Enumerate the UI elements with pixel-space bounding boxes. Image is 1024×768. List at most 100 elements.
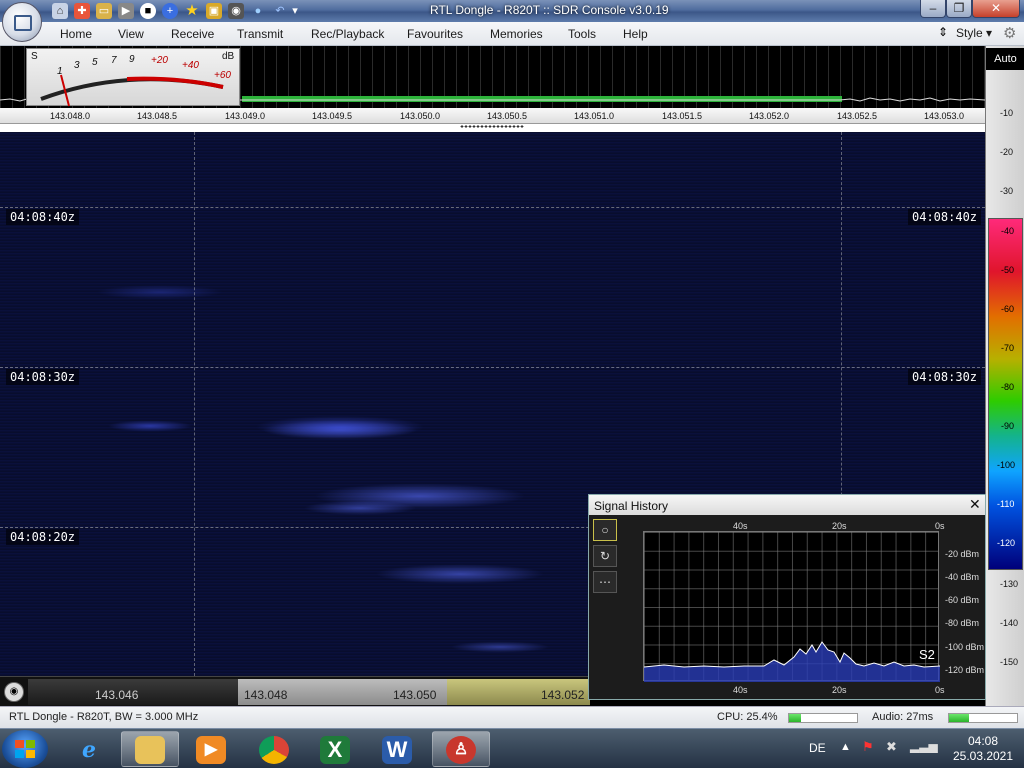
band-freq-label: 143.048 (244, 688, 288, 702)
maximize-button[interactable]: ❐ (946, 0, 972, 18)
cpu-meter (788, 713, 858, 723)
db-tick: -150 (1000, 657, 1019, 667)
add-icon[interactable]: + (162, 3, 178, 19)
signal-history-plot[interactable] (643, 531, 940, 682)
menu-help[interactable]: Help (623, 27, 648, 41)
splitter-handle[interactable] (0, 124, 985, 132)
windows-logo-icon (15, 740, 24, 748)
record-icon[interactable]: ○ (593, 519, 617, 541)
db-scale[interactable]: Auto -10 -20 -30 -40 -50 -60 -70 -80 -90… (985, 46, 1024, 708)
history-y-label: -40 dBm (945, 572, 980, 582)
close-button[interactable]: ✕ (972, 0, 1020, 18)
menu-rec-playback[interactable]: Rec/Playback (311, 27, 384, 41)
quick-access-dropdown-icon[interactable]: ▾ (290, 3, 300, 19)
colorbar-label: -90 (1001, 421, 1015, 431)
minimize-button[interactable]: – (920, 0, 946, 18)
stop-icon[interactable]: ■ (140, 3, 156, 19)
sdr-console-icon: ♙ (446, 736, 476, 764)
menu-tools[interactable]: Tools (568, 27, 596, 41)
history-y-label: -60 dBm (945, 595, 980, 605)
taskbar-sdr-console[interactable]: ♙ (432, 731, 490, 767)
band-visible-window[interactable]: 143.050 143.052 (393, 679, 590, 705)
band-freq-label: 143.046 (95, 688, 139, 702)
freq-tick: 143.048.0 (50, 111, 91, 121)
time-label-right: 04:08:30z (908, 369, 982, 385)
colorbar-label: -120 (997, 538, 1016, 548)
colorbar-label: -50 (1001, 265, 1015, 275)
s-meter-arc (40, 74, 224, 107)
tray-expand-icon[interactable]: ▲ (840, 741, 851, 753)
camera-icon[interactable]: ◉ (228, 3, 244, 19)
lock-icon[interactable]: ▣ (206, 3, 222, 19)
window-title: RTL Dongle - R820T :: SDR Console v3.0.1… (430, 3, 669, 17)
title-bar[interactable]: ⌂ ✚ ▭ ▶ ■ + ★ ▣ ◉ ● ↶ ▾ RTL Dongle - R82… (0, 0, 1024, 22)
taskbar-chrome[interactable] (245, 731, 303, 767)
play-icon[interactable]: ▶ (118, 3, 134, 19)
menu-favourites[interactable]: Favourites (407, 27, 463, 41)
auto-scale-button[interactable]: Auto (986, 48, 1024, 70)
band-overview[interactable]: ◉ 143.046 143.048 143.050 143.052 (0, 676, 590, 706)
signal-history-header[interactable]: Signal History ✕ (589, 495, 985, 515)
device-status: RTL Dongle - R820T, BW = 3.000 MHz (9, 711, 199, 723)
taskbar-media-player[interactable]: ▶ (182, 731, 240, 767)
freq-tick: 143.053.0 (924, 111, 965, 121)
signal-history-title: Signal History (594, 499, 669, 513)
colorbar-label: -60 (1001, 304, 1015, 314)
waterfall-vgrid (194, 132, 195, 676)
more-icon[interactable]: ⋯ (593, 571, 617, 593)
menu-receive[interactable]: Receive (171, 27, 214, 41)
scan-toggle-icon[interactable]: ◉ (4, 682, 24, 702)
colorbar-label: -100 (997, 460, 1016, 470)
waterfall-color-bar[interactable]: -40 -50 -60 -70 -80 -90 -100 -110 -120 (988, 218, 1023, 570)
style-menu[interactable]: Style ▾ (956, 26, 992, 40)
time-label-right: 04:08:40z (908, 209, 982, 225)
undo-icon[interactable]: ↶ (272, 3, 288, 19)
style-label: Style (956, 26, 983, 40)
spectrum-display[interactable]: S dB 1 3 5 7 9 +20 +40 +60 (0, 46, 985, 108)
input-language[interactable]: DE (809, 741, 826, 755)
freq-tick: 143.049.0 (225, 111, 266, 121)
lifebuoy-icon[interactable]: ✚ (74, 3, 90, 19)
menu-transmit[interactable]: Transmit (237, 27, 283, 41)
taskbar-internet-explorer[interactable]: e (60, 731, 118, 767)
history-x-label: 40s (733, 685, 748, 695)
excel-icon: X (320, 736, 350, 764)
menu-home[interactable]: Home (60, 27, 92, 41)
history-x-label: 20s (832, 685, 847, 695)
frequency-scale[interactable]: 143.048.0 143.048.5 143.049.0 143.049.5 … (0, 108, 985, 124)
menu-memories[interactable]: Memories (490, 27, 543, 41)
waterfall-hgrid (0, 367, 985, 368)
band-freq-label: 143.052 (541, 688, 585, 702)
db-tick: -20 (1000, 147, 1014, 157)
band-segment-left[interactable]: 143.046 (28, 679, 238, 705)
tray-flag-icon[interactable]: ⚑ (862, 739, 874, 755)
app-menu-button[interactable] (2, 2, 42, 42)
s-meter: S dB 1 3 5 7 9 +20 +40 +60 (26, 48, 240, 107)
drop-icon[interactable]: ● (250, 3, 266, 19)
cpu-status: CPU: 25.4% (717, 711, 778, 723)
tray-speaker-icon[interactable]: ✖ (886, 739, 897, 755)
time-label-left: 04:08:30z (6, 369, 80, 385)
taskbar-word[interactable]: W (368, 731, 426, 767)
history-x-label: 0s (935, 685, 945, 695)
tray-network-icon[interactable]: ▂▃▅ (910, 739, 938, 753)
start-button[interactable] (2, 730, 48, 768)
star-icon[interactable]: ★ (184, 3, 200, 19)
taskbar-excel[interactable]: X (306, 731, 364, 767)
taskbar-explorer[interactable] (121, 731, 179, 767)
db-tick: -30 (1000, 186, 1014, 196)
close-icon[interactable]: ✕ (969, 496, 981, 513)
history-x-label: 20s (832, 521, 847, 531)
home-icon[interactable]: ⌂ (52, 3, 68, 19)
colorbar-label: -40 (1001, 226, 1015, 236)
menu-view[interactable]: View (118, 27, 144, 41)
db-tick: -10 (1000, 108, 1014, 118)
tray-clock[interactable]: 04:08 25.03.2021 (943, 734, 1023, 764)
grip-dots-icon (460, 125, 524, 128)
folder-icon[interactable]: ▭ (96, 3, 112, 19)
colorbar-label: -110 (997, 499, 1015, 509)
gear-icon[interactable]: ⚙ (1003, 24, 1016, 42)
style-arrows-icon[interactable]: ⇕ (938, 25, 948, 39)
history-x-label: 0s (935, 521, 945, 531)
reset-icon[interactable]: ↻ (593, 545, 617, 567)
